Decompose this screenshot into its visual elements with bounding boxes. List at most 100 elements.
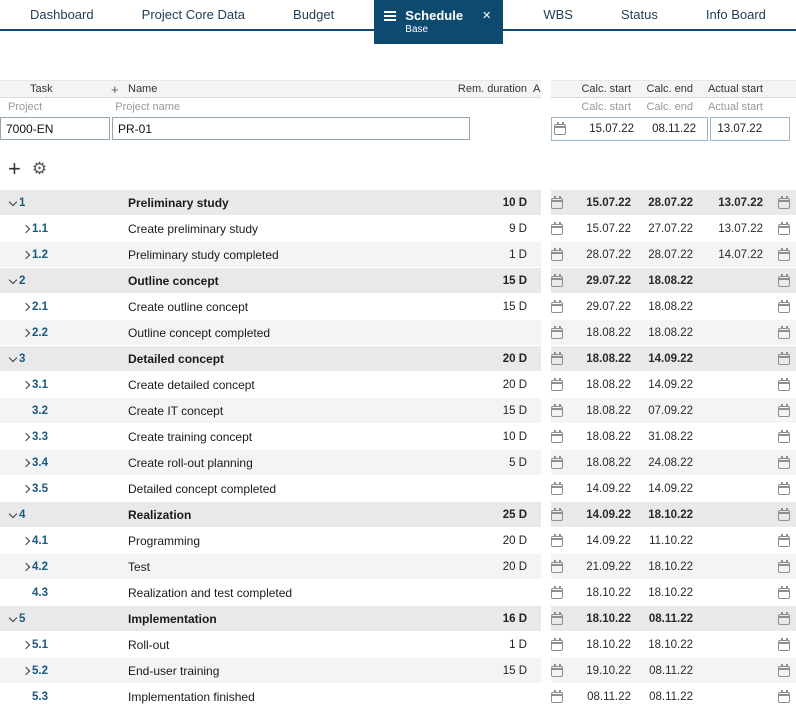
- calendar-icon[interactable]: [778, 482, 790, 495]
- calc-end-date[interactable]: 18.10.22: [631, 587, 693, 599]
- calendar-icon[interactable]: [551, 690, 563, 703]
- table-row[interactable]: 2.2 Outline concept completed 18.08.22 1…: [0, 320, 796, 346]
- task-number[interactable]: 5: [19, 613, 121, 625]
- expand-chevron-icon[interactable]: [21, 562, 30, 572]
- calendar-icon[interactable]: [551, 430, 563, 443]
- calc-end-date[interactable]: 18.08.22: [631, 301, 693, 313]
- table-row[interactable]: 1.1 Create preliminary study 9 D 15.07.2…: [0, 216, 796, 242]
- task-name[interactable]: Outline concept completed: [121, 326, 461, 340]
- task-name[interactable]: Create training concept: [121, 430, 461, 444]
- expand-chevron-icon[interactable]: [21, 250, 30, 260]
- table-row[interactable]: 3.4 Create roll-out planning 5 D 18.08.2…: [0, 450, 796, 476]
- calc-end-date[interactable]: 11.10.22: [631, 535, 693, 547]
- task-number[interactable]: 5.1: [32, 639, 121, 651]
- column-header-task[interactable]: Task: [30, 83, 53, 95]
- calendar-icon[interactable]: [551, 274, 563, 287]
- project-calc-end[interactable]: 08.11.22: [634, 123, 696, 135]
- calc-start-date[interactable]: 18.10.22: [569, 613, 631, 625]
- actual-start-date[interactable]: 13.07.22: [693, 223, 763, 235]
- project-calc-dates-box[interactable]: 15.07.22 08.11.22: [551, 116, 709, 141]
- calendar-icon[interactable]: [778, 196, 790, 209]
- column-header-rem-duration[interactable]: Rem. duration: [458, 83, 527, 95]
- calendar-icon[interactable]: [551, 508, 563, 521]
- task-name[interactable]: Create detailed concept: [121, 378, 461, 392]
- calendar-icon[interactable]: [551, 534, 563, 547]
- column-header-a[interactable]: A: [533, 83, 540, 95]
- expand-chevron-icon[interactable]: [8, 509, 17, 518]
- tab-schedule-active[interactable]: Schedule ✕ Base: [374, 0, 504, 44]
- column-header-name[interactable]: Name: [128, 83, 157, 95]
- calendar-icon[interactable]: [778, 638, 790, 651]
- task-number[interactable]: 1.2: [32, 249, 121, 261]
- task-number[interactable]: 5.2: [32, 665, 121, 677]
- add-task-icon[interactable]: +: [8, 158, 21, 180]
- table-row[interactable]: 4.3 Realization and test completed 18.10…: [0, 580, 796, 606]
- tab-info-board[interactable]: Info Board: [698, 0, 774, 30]
- calc-end-date[interactable]: 31.08.22: [631, 431, 693, 443]
- table-row[interactable]: 1 Preliminary study 10 D 15.07.22 28.07.…: [0, 190, 796, 216]
- calendar-icon[interactable]: [551, 586, 563, 599]
- calendar-icon[interactable]: [551, 456, 563, 469]
- table-row[interactable]: 3.2 Create IT concept 15 D 18.08.22 07.0…: [0, 398, 796, 424]
- task-name[interactable]: Realization: [121, 508, 461, 522]
- calc-start-date[interactable]: 29.07.22: [569, 301, 631, 313]
- calendar-icon[interactable]: [778, 534, 790, 547]
- menu-icon[interactable]: [384, 10, 397, 21]
- calc-end-date[interactable]: 18.10.22: [631, 639, 693, 651]
- calc-start-date[interactable]: 18.08.22: [569, 405, 631, 417]
- expand-chevron-icon[interactable]: [8, 613, 17, 622]
- project-task-id-input[interactable]: [0, 117, 110, 140]
- task-number[interactable]: 3.1: [32, 379, 121, 391]
- panel-splitter[interactable]: [541, 80, 551, 98]
- calendar-icon[interactable]: [551, 196, 563, 209]
- expand-chevron-icon[interactable]: [21, 432, 30, 442]
- calendar-icon[interactable]: [778, 456, 790, 469]
- task-name[interactable]: Realization and test completed: [121, 586, 461, 600]
- calc-end-date[interactable]: 28.07.22: [631, 197, 693, 209]
- expand-chevron-icon[interactable]: [21, 224, 30, 234]
- calendar-icon[interactable]: [778, 248, 790, 261]
- expand-chevron-icon[interactable]: [21, 380, 30, 390]
- task-number[interactable]: 3.2: [32, 405, 121, 417]
- table-row[interactable]: 3.1 Create detailed concept 20 D 18.08.2…: [0, 372, 796, 398]
- expand-chevron-icon[interactable]: [21, 484, 30, 494]
- calc-end-date[interactable]: 18.08.22: [631, 275, 693, 287]
- calc-end-date[interactable]: 08.11.22: [631, 691, 693, 703]
- task-number[interactable]: 4.3: [32, 587, 121, 599]
- task-name[interactable]: Implementation finished: [121, 690, 461, 704]
- column-header-actual-start[interactable]: Actual start: [693, 83, 763, 95]
- task-number[interactable]: 4.2: [32, 561, 121, 573]
- expand-chevron-icon[interactable]: [21, 458, 30, 468]
- calendar-icon[interactable]: [551, 352, 563, 365]
- calc-start-date[interactable]: 18.08.22: [569, 457, 631, 469]
- table-row[interactable]: 3 Detailed concept 20 D 18.08.22 14.09.2…: [0, 346, 796, 372]
- task-name[interactable]: Create roll-out planning: [121, 456, 461, 470]
- calendar-icon[interactable]: [778, 222, 790, 235]
- actual-start-date[interactable]: 13.07.22: [693, 197, 763, 209]
- tab-wbs[interactable]: WBS: [535, 0, 581, 30]
- actual-start-date[interactable]: 14.07.22: [693, 249, 763, 261]
- calc-start-date[interactable]: 14.09.22: [569, 483, 631, 495]
- expand-chevron-icon[interactable]: [21, 640, 30, 650]
- project-calc-start[interactable]: 15.07.22: [572, 123, 634, 135]
- calc-end-date[interactable]: 18.08.22: [631, 327, 693, 339]
- calendar-icon[interactable]: [778, 586, 790, 599]
- calc-end-date[interactable]: 24.08.22: [631, 457, 693, 469]
- task-number[interactable]: 1.1: [32, 223, 121, 235]
- calendar-icon[interactable]: [551, 300, 563, 313]
- task-name[interactable]: Programming: [121, 534, 461, 548]
- calendar-icon[interactable]: [778, 274, 790, 287]
- calc-start-date[interactable]: 15.07.22: [569, 223, 631, 235]
- calendar-icon[interactable]: [778, 430, 790, 443]
- task-name[interactable]: End-user training: [121, 664, 461, 678]
- calendar-icon[interactable]: [551, 560, 563, 573]
- task-name[interactable]: Detailed concept completed: [121, 482, 461, 496]
- calc-end-date[interactable]: 14.09.22: [631, 379, 693, 391]
- table-row[interactable]: 5.3 Implementation finished 08.11.22 08.…: [0, 684, 796, 710]
- calc-start-date[interactable]: 18.10.22: [569, 639, 631, 651]
- calendar-icon[interactable]: [778, 664, 790, 677]
- tab-dashboard[interactable]: Dashboard: [22, 0, 102, 30]
- calendar-icon[interactable]: [778, 352, 790, 365]
- calc-start-date[interactable]: 15.07.22: [569, 197, 631, 209]
- task-name[interactable]: Outline concept: [121, 274, 461, 288]
